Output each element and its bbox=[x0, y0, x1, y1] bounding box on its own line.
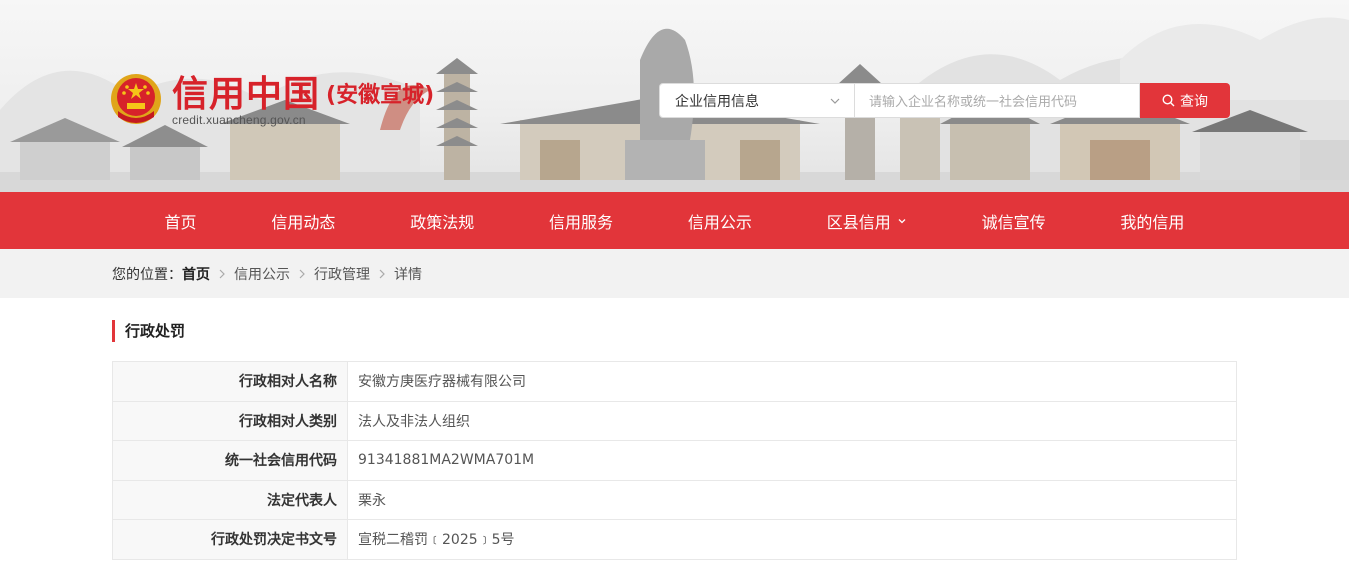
row-key: 行政相对人名称 bbox=[112, 361, 348, 402]
table-row: 行政相对人类别 法人及非法人组织 bbox=[112, 400, 1237, 441]
search-button[interactable]: 查询 bbox=[1140, 83, 1230, 118]
chevron-down-icon bbox=[830, 98, 840, 104]
table-row: 行政处罚决定书文号 宣税二稽罚﹝2025﹞5号 bbox=[112, 519, 1237, 560]
row-value: 法人及非法人组织 bbox=[347, 400, 1237, 441]
search-input[interactable]: 请输入企业名称或统一社会信用代码 bbox=[855, 83, 1140, 118]
penalty-detail-table: 行政相对人名称 安徽方庚医疗器械有限公司 行政相对人类别 法人及非法人组织 统一… bbox=[112, 361, 1237, 560]
nav-item-policies[interactable]: 政策法规 bbox=[410, 209, 474, 233]
chevron-right-icon bbox=[298, 269, 306, 279]
row-value: 安徽方庚医疗器械有限公司 bbox=[347, 361, 1237, 402]
breadcrumb-details: 详情 bbox=[394, 266, 422, 283]
nav-item-label: 首页 bbox=[164, 212, 197, 232]
breadcrumb-prefix: 您的位置： bbox=[112, 266, 182, 283]
section-title: 行政处罚 bbox=[112, 320, 1237, 342]
logo-title: 信用中国 bbox=[172, 74, 321, 115]
main-content: 行政处罚 行政相对人名称 安徽方庚医疗器械有限公司 行政相对人类别 法人及非法人… bbox=[112, 320, 1237, 560]
nav-item-label: 政策法规 bbox=[410, 212, 475, 232]
search-icon bbox=[1162, 94, 1175, 107]
breadcrumb-bar: 您的位置： 首页 信用公示 行政管理 详情 bbox=[0, 249, 1349, 298]
site-logo[interactable]: 信用中国 (安徽宣城) credit.xuancheng.gov.cn bbox=[110, 73, 434, 127]
row-key: 行政处罚决定书文号 bbox=[112, 519, 348, 560]
table-row: 法定代表人 栗永 bbox=[112, 479, 1237, 520]
nav-item-label: 信用动态 bbox=[271, 212, 336, 232]
row-value: 宣税二稽罚﹝2025﹞5号 bbox=[347, 519, 1237, 560]
nav-item-label: 区县信用 bbox=[826, 212, 891, 232]
search-bar: 企业信用信息 请输入企业名称或统一社会信用代码 查询 bbox=[659, 83, 1230, 118]
breadcrumb: 您的位置： 首页 信用公示 行政管理 详情 bbox=[112, 249, 1237, 298]
breadcrumb-home[interactable]: 首页 bbox=[182, 264, 210, 284]
nav-item-credit-news[interactable]: 信用动态 bbox=[271, 209, 335, 233]
nav-item-label: 信用服务 bbox=[549, 212, 614, 232]
row-key: 行政相对人类别 bbox=[112, 400, 348, 441]
breadcrumb-credit-publicity[interactable]: 信用公示 bbox=[234, 264, 290, 284]
nav-item-label: 诚信宣传 bbox=[981, 212, 1046, 232]
chevron-right-icon bbox=[378, 269, 386, 279]
header-banner: 信用中国 (安徽宣城) credit.xuancheng.gov.cn 企业信用信… bbox=[0, 0, 1349, 192]
row-value: 91341881MA2WMA701M bbox=[347, 440, 1237, 481]
table-row: 统一社会信用代码 91341881MA2WMA701M bbox=[112, 440, 1237, 481]
search-type-select[interactable]: 企业信用信息 bbox=[659, 83, 855, 118]
row-key: 法定代表人 bbox=[112, 479, 348, 520]
table-row: 行政相对人名称 安徽方庚医疗器械有限公司 bbox=[112, 361, 1237, 402]
nav-item-home[interactable]: 首页 bbox=[165, 209, 197, 233]
nav-item-label: 信用公示 bbox=[687, 212, 752, 232]
nav-item-my-credit[interactable]: 我的信用 bbox=[1120, 209, 1184, 233]
row-key: 统一社会信用代码 bbox=[112, 440, 348, 481]
national-emblem-icon bbox=[111, 74, 161, 124]
nav-item-county-credit[interactable]: 区县信用 bbox=[827, 209, 907, 233]
nav-item-integrity-promotion[interactable]: 诚信宣传 bbox=[982, 209, 1046, 233]
chevron-right-icon bbox=[218, 269, 226, 279]
search-type-value: 企业信用信息 bbox=[675, 93, 759, 110]
nav-item-label: 我的信用 bbox=[1120, 212, 1185, 232]
search-button-label: 查询 bbox=[1180, 93, 1208, 110]
chevron-down-icon bbox=[898, 218, 906, 223]
row-value: 栗永 bbox=[347, 479, 1237, 520]
search-placeholder: 请输入企业名称或统一社会信用代码 bbox=[869, 95, 1078, 110]
nav-item-credit-services[interactable]: 信用服务 bbox=[549, 209, 613, 233]
breadcrumb-admin-management[interactable]: 行政管理 bbox=[314, 264, 370, 284]
main-nav: 首页 信用动态 政策法规 信用服务 信用公示 区县信用 诚信宣传 我的信用 bbox=[0, 192, 1349, 249]
nav-item-credit-publicity[interactable]: 信用公示 bbox=[688, 209, 752, 233]
logo-region: (安徽宣城) bbox=[326, 83, 435, 108]
